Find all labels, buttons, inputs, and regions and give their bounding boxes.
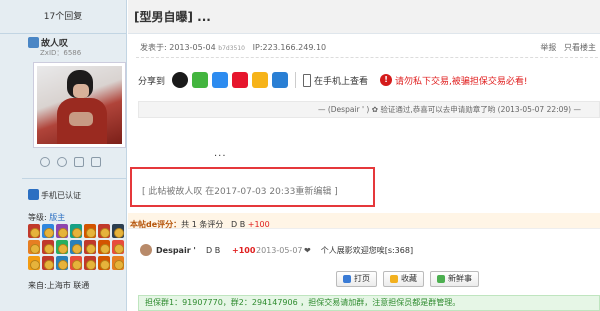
rater-name[interactable]: Despair ' <box>156 246 206 255</box>
medal-icon[interactable] <box>56 240 68 254</box>
qzone-share-icon[interactable] <box>212 72 229 88</box>
only-author-link[interactable]: 只看楼主 <box>564 43 596 52</box>
trade-warning[interactable]: ! 请勿私下交易,被骗担保交易必看! <box>380 74 528 87</box>
level-label: 等级: <box>28 213 47 222</box>
guarantee-notice: 担保群1：91907770，群2：294147906 ，担保交易请加群，注意担保… <box>138 295 600 311</box>
rating-points: +100 <box>247 220 270 229</box>
profile-icon[interactable] <box>74 157 84 167</box>
tieba-share-icon[interactable] <box>272 72 289 88</box>
title-bar: [型男自曝] ... <box>128 0 600 34</box>
divider <box>136 57 598 58</box>
divider <box>295 72 297 88</box>
weibo-share-icon[interactable] <box>232 72 249 88</box>
user-sidebar: 17个回复 故人叹 ZxID：6586 手机已认证 等级: 版主 来自:上海市 … <box>0 0 127 311</box>
medal-icon[interactable] <box>84 256 96 270</box>
post-meta: 发表于: 2013-05-04 b7d3510 IP:223.166.249.1… <box>140 42 326 53</box>
medal-grid <box>28 224 124 270</box>
post-tools: 举报 只看楼主 <box>540 42 596 53</box>
fresh-news-icon <box>437 275 445 283</box>
medal-icon[interactable] <box>28 224 40 238</box>
rater-points: +100 <box>232 245 256 255</box>
print-label: 打页 <box>354 274 370 283</box>
post-content: [型男自曝] ... 发表于: 2013-05-04 b7d3510 IP:22… <box>128 0 600 311</box>
posts-icon[interactable] <box>91 157 101 167</box>
report-link[interactable]: 举报 <box>540 43 556 52</box>
phone-verified-badge: 手机已认证 <box>28 189 81 201</box>
rater-db: D B <box>206 245 221 255</box>
view-on-phone-label: 在手机上查看 <box>314 76 369 87</box>
medal-icon[interactable] <box>42 224 54 238</box>
rater-entry: Despair ' D B +100 2013-05-07 ❤ 个人展影欢迎您唉… <box>140 244 413 256</box>
avatar-image <box>37 66 122 144</box>
medal-icon[interactable] <box>98 224 110 238</box>
post-date: 发表于: 2013-05-04 <box>140 43 216 52</box>
user-location: 来自:上海市 联通 <box>28 281 90 290</box>
rating-db: D B <box>230 220 246 229</box>
reply-count: 17个回复 <box>0 0 126 34</box>
medal-icon[interactable] <box>112 224 124 238</box>
fresh-news-button[interactable]: 新鲜事 <box>430 271 479 287</box>
user-uid: ZxID：6586 <box>40 49 82 57</box>
rating-banner: — (Despair ' ) ✿ 验证通过,恭喜可以去申请勋章了哟 (2013-… <box>138 101 600 118</box>
medal-icon[interactable] <box>98 256 110 270</box>
rater-avatar[interactable] <box>140 244 152 256</box>
favorite-share-icon[interactable] <box>252 72 269 88</box>
favorite-button[interactable]: 收藏 <box>383 271 424 287</box>
medal-icon[interactable] <box>98 240 110 254</box>
phone-verified-label: 手机已认证 <box>41 191 81 200</box>
medal-icon[interactable] <box>56 224 68 238</box>
medal-icon[interactable] <box>70 240 82 254</box>
warning-icon: ! <box>380 74 393 86</box>
medal-icon[interactable] <box>70 224 82 238</box>
wechat-share-icon[interactable] <box>192 72 209 88</box>
heart-icon: ❤ <box>304 245 311 255</box>
rating-label: 本帖de评分： <box>130 220 182 229</box>
medal-icon[interactable] <box>28 240 40 254</box>
rating-summary: 本帖de评分：共 1 条评分 D B +100 <box>130 219 270 230</box>
post-ip: IP:223.166.249.10 <box>252 43 327 52</box>
medal-icon[interactable] <box>28 256 40 270</box>
divider <box>22 178 127 179</box>
qq-share-icon[interactable] <box>172 72 189 88</box>
user-level: 等级: 版主 <box>28 212 65 223</box>
medal-icon[interactable] <box>112 240 124 254</box>
user-icon <box>28 37 39 48</box>
fresh-news-label: 新鲜事 <box>448 274 472 283</box>
trade-warning-label: 请勿私下交易,被骗担保交易必看! <box>395 76 528 87</box>
avatar[interactable] <box>33 62 126 148</box>
print-icon <box>343 275 351 283</box>
phone-icon <box>303 73 312 87</box>
post-hash: b7d3510 <box>218 45 245 52</box>
share-label: 分享到 <box>138 76 166 87</box>
thread-title: [型男自曝] ... <box>134 10 211 24</box>
share-bar: 分享到 在手机上查看 ! 请勿私下交易,被骗担保交易必看! <box>138 72 528 88</box>
user-actions <box>40 157 101 167</box>
add-friend-icon[interactable] <box>57 157 67 167</box>
medal-icon[interactable] <box>84 224 96 238</box>
print-button[interactable]: 打页 <box>336 271 377 287</box>
medal-icon[interactable] <box>84 240 96 254</box>
post-actions: 打页 收藏 新鲜事 <box>336 271 479 287</box>
edit-notice: [ 此帖被故人叹 在2017-07-03 20:33重新编辑 ] <box>142 187 338 197</box>
medal-icon[interactable] <box>56 256 68 270</box>
rater-comment: 个人展影欢迎您唉[s:368] <box>320 245 414 255</box>
rating-count[interactable]: 共 1 条评分 <box>181 220 223 229</box>
view-on-phone-link[interactable]: 在手机上查看 <box>303 73 369 87</box>
medal-icon[interactable] <box>42 240 54 254</box>
medal-icon[interactable] <box>42 256 54 270</box>
medal-icon[interactable] <box>70 256 82 270</box>
phone-verified-icon <box>28 189 39 200</box>
rater-date: 2013-05-07 <box>256 245 303 255</box>
star-icon <box>390 275 398 283</box>
post-body-text: ... <box>214 148 227 159</box>
favorite-label: 收藏 <box>401 274 417 283</box>
level-value[interactable]: 版主 <box>49 213 65 222</box>
medal-icon[interactable] <box>112 256 124 270</box>
message-icon[interactable] <box>40 157 50 167</box>
